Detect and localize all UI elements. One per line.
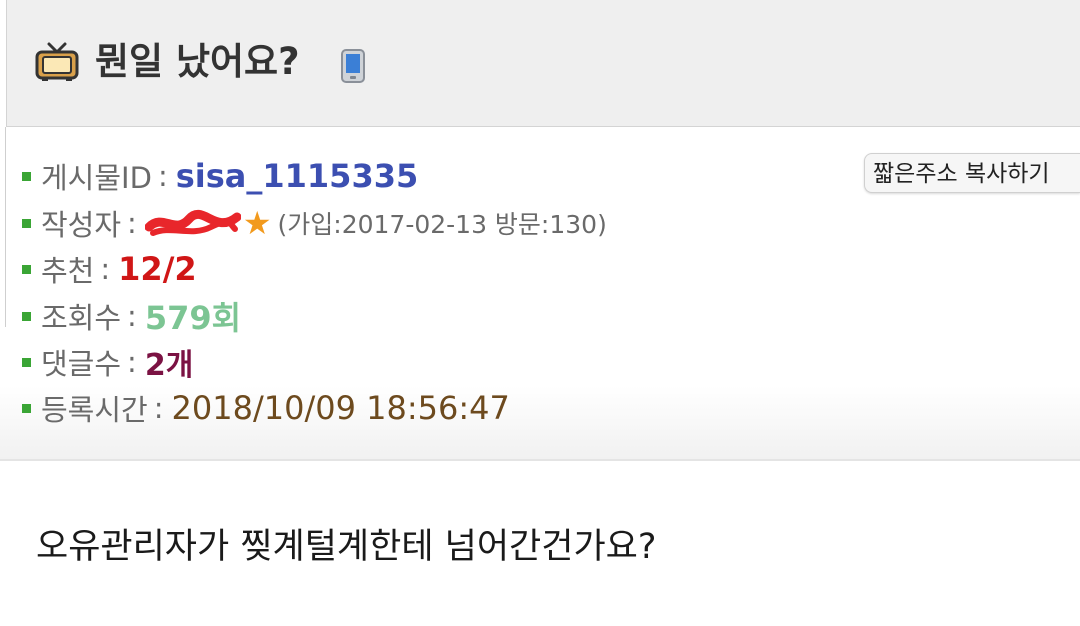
bullet-icon [22, 403, 31, 413]
bullet-icon [22, 311, 31, 321]
post-header: 뭔일 났어요? [6, 0, 1080, 127]
post-body: 오유관리자가 찢계털계한테 넘어간건가요? [36, 527, 657, 567]
divider [5, 127, 6, 327]
recommend-row: 추천 : 12/2 [22, 247, 197, 291]
separator: : [153, 391, 164, 425]
separator: : [127, 345, 137, 379]
redaction-scribble [144, 209, 242, 236]
star-icon: ★ [242, 204, 272, 242]
author-join-info: (가입:2017-02-13 방문:130) [277, 210, 607, 239]
separator: : [127, 299, 137, 333]
post-id-label: 게시물ID [41, 161, 152, 195]
post-id-row: 게시물ID : sisa_1115335 [22, 154, 418, 198]
post-info-panel: 게시물ID : sisa_1115335 짧은주소 복사하기 작성자 : ★ (… [0, 127, 1080, 461]
views-value: 579회 [144, 299, 242, 337]
separator: : [127, 206, 137, 240]
comments-label: 댓글수 [41, 347, 122, 381]
recommend-label: 추천 [41, 254, 95, 288]
mobile-phone-icon [341, 49, 365, 83]
author-label: 작성자 [41, 208, 122, 242]
registered-value: 2018/10/09 18:56:47 [171, 389, 510, 427]
separator: : [100, 252, 111, 286]
copy-short-url-button[interactable]: 짧은주소 복사하기 [864, 153, 1080, 193]
post-id-value: sisa_1115335 [175, 157, 419, 195]
bullet-icon [22, 171, 31, 181]
views-label: 조회수 [41, 301, 122, 335]
author-name-redacted[interactable] [144, 205, 242, 241]
bullet-icon [22, 264, 31, 274]
comments-value: 2개 [144, 348, 194, 383]
bullet-icon [22, 218, 31, 228]
author-row: 작성자 : ★ (가입:2017-02-13 방문:130) [22, 201, 607, 245]
bullet-icon [22, 357, 31, 367]
registered-row: 등록시간 : 2018/10/09 18:56:47 [22, 386, 510, 430]
recommend-value: 12/2 [118, 250, 197, 288]
tv-icon [35, 42, 79, 81]
views-row: 조회수 : 579회 [22, 294, 241, 338]
comments-row: 댓글수 : 2개 [22, 340, 193, 384]
separator: : [157, 159, 168, 193]
registered-label: 등록시간 [41, 393, 148, 427]
post-title: 뭔일 났어요? [95, 40, 300, 83]
